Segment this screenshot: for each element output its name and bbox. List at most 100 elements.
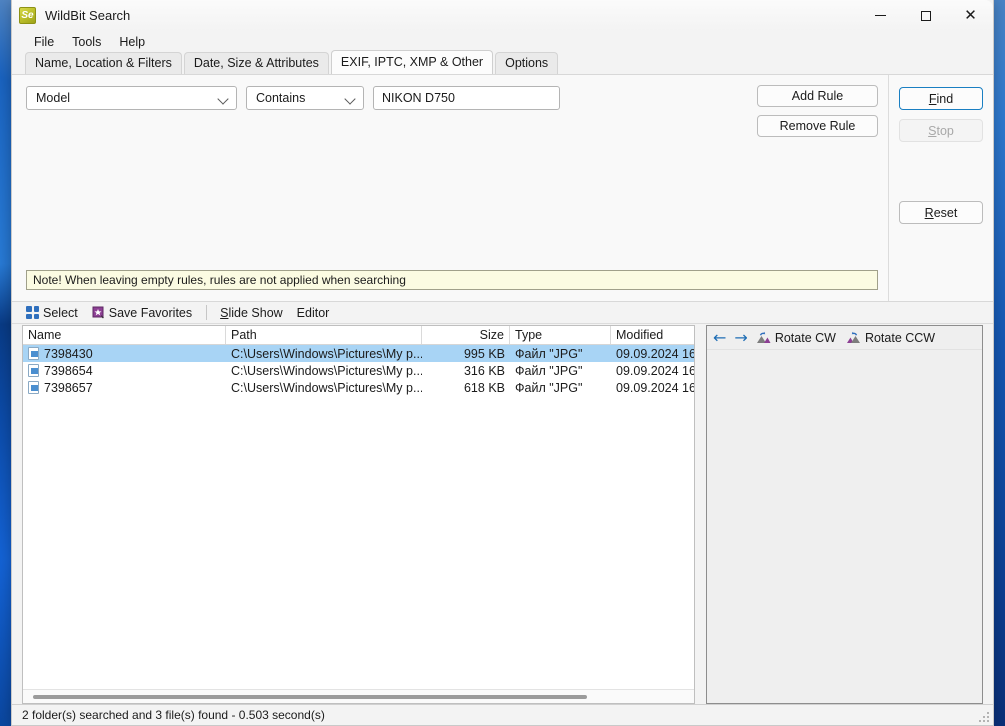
tab-strip: Name, Location & Filters Date, Size & At… <box>12 52 993 74</box>
rule-operator-value: Contains <box>256 91 336 105</box>
primary-actions: Find Stop <box>899 87 983 142</box>
close-button[interactable]: ✕ <box>948 0 993 31</box>
rule-field-dropdown[interactable]: Model <box>26 86 237 110</box>
rule-field-value: Model <box>36 91 209 105</box>
rule-buttons: Add Rule Remove Rule <box>757 85 878 145</box>
results-toolbar: Select Save Favorites Slide Show Editor <box>12 302 993 324</box>
results-list-header: Name Path Size Type Modified <box>23 326 694 345</box>
stop-label-rest: top <box>936 124 953 138</box>
maximize-button[interactable] <box>903 0 948 31</box>
rotate-ccw-icon <box>846 331 861 344</box>
save-favorites-button[interactable]: Save Favorites <box>92 306 192 320</box>
preview-pane: ← → Rotate CW <box>706 325 983 704</box>
cell-modified: 09.09.2024 16 <box>611 364 694 378</box>
minimize-icon <box>875 15 886 16</box>
column-header-name[interactable]: Name <box>23 326 226 344</box>
reset-button[interactable]: Reset <box>899 201 983 224</box>
image-file-icon <box>28 381 39 394</box>
note-bar: Note! When leaving empty rules, rules ar… <box>26 270 878 290</box>
window-title: WildBit Search <box>45 8 130 23</box>
cell-name-text: 7398430 <box>44 347 93 361</box>
table-row[interactable]: 7398430 C:\Users\Windows\Pictures\My p..… <box>23 345 694 362</box>
cell-path: C:\Users\Windows\Pictures\My p... <box>226 364 422 378</box>
save-favorites-label: Save Favorites <box>109 306 192 320</box>
column-header-size[interactable]: Size <box>422 326 510 344</box>
select-button[interactable]: Select <box>26 306 78 320</box>
reset-accel: R <box>925 206 934 220</box>
menu-item-tools[interactable]: Tools <box>64 33 109 51</box>
table-row[interactable]: 7398657 C:\Users\Windows\Pictures\My p..… <box>23 379 694 396</box>
slide-show-label-rest: lide Show <box>228 306 282 320</box>
find-label-rest: ind <box>936 92 953 106</box>
search-actions: Find Stop Reset <box>889 75 993 301</box>
rotate-ccw-label: Rotate CCW <box>865 331 935 345</box>
column-header-type[interactable]: Type <box>510 326 611 344</box>
main-body: Name Path Size Type Modified 7398430 C:\… <box>12 324 993 704</box>
cell-size: 316 KB <box>422 364 510 378</box>
resize-grip-icon[interactable] <box>977 710 989 722</box>
cell-type: Файл "JPG" <box>510 381 611 395</box>
cell-path: C:\Users\Windows\Pictures\My p... <box>226 381 422 395</box>
select-label: Select <box>43 306 78 320</box>
rotate-ccw-button[interactable]: Rotate CCW <box>846 331 935 345</box>
forward-arrow-icon[interactable]: → <box>734 330 747 346</box>
results-list-pane: Name Path Size Type Modified 7398430 C:\… <box>22 325 695 704</box>
rotate-cw-button[interactable]: Rotate CW <box>756 331 836 345</box>
cell-name-text: 7398654 <box>44 364 93 378</box>
status-text: 2 folder(s) searched and 3 file(s) found… <box>22 708 325 722</box>
app-icon: Se <box>19 7 36 24</box>
chevron-down-icon <box>217 92 230 105</box>
grid-select-icon <box>26 306 39 319</box>
toolbar-divider <box>206 305 207 320</box>
column-header-path[interactable]: Path <box>226 326 422 344</box>
preview-toolbar: ← → Rotate CW <box>707 326 982 350</box>
cell-path: C:\Users\Windows\Pictures\My p... <box>226 347 422 361</box>
find-accel: F <box>929 92 937 106</box>
rule-row: Model Contains NIKON D750 <box>26 86 560 110</box>
stop-accel: S <box>928 124 936 138</box>
close-icon: ✕ <box>964 8 977 23</box>
tab-exif-iptc-xmp-other[interactable]: EXIF, IPTC, XMP & Other <box>331 50 493 74</box>
scrollbar-thumb[interactable] <box>33 695 587 699</box>
save-favorites-icon <box>92 306 105 319</box>
cell-size: 618 KB <box>422 381 510 395</box>
slide-show-accel: S <box>220 306 228 320</box>
slide-show-button[interactable]: Slide Show <box>220 306 283 320</box>
maximize-icon <box>921 11 931 21</box>
minimize-button[interactable] <box>858 0 903 31</box>
tab-name-location-filters[interactable]: Name, Location & Filters <box>25 52 182 74</box>
rule-value-input[interactable]: NIKON D750 <box>373 86 560 110</box>
window-controls: ✕ <box>858 0 993 31</box>
cell-name-text: 7398657 <box>44 381 93 395</box>
image-file-icon <box>28 347 39 360</box>
remove-rule-button[interactable]: Remove Rule <box>757 115 878 137</box>
rotate-cw-icon <box>756 331 771 344</box>
cell-name: 7398657 <box>23 381 226 395</box>
cell-type: Файл "JPG" <box>510 364 611 378</box>
preview-image-canvas[interactable] <box>707 350 982 703</box>
chevron-down-icon <box>344 92 357 105</box>
application-window: Se WildBit Search ✕ File Tools Help Name… <box>11 0 994 726</box>
status-bar: 2 folder(s) searched and 3 file(s) found… <box>12 704 993 725</box>
rules-area: Model Contains NIKON D750 Add Rule Remov… <box>12 75 889 301</box>
add-rule-button[interactable]: Add Rule <box>757 85 878 107</box>
cell-type: Файл "JPG" <box>510 347 611 361</box>
horizontal-scrollbar[interactable] <box>23 689 694 703</box>
stop-button[interactable]: Stop <box>899 119 983 142</box>
reset-label-rest: eset <box>934 206 958 220</box>
rule-operator-dropdown[interactable]: Contains <box>246 86 364 110</box>
back-arrow-icon[interactable]: ← <box>713 330 726 346</box>
editor-button[interactable]: Editor <box>297 306 330 320</box>
cell-modified: 09.09.2024 16 <box>611 347 694 361</box>
table-row[interactable]: 7398654 C:\Users\Windows\Pictures\My p..… <box>23 362 694 379</box>
image-file-icon <box>28 364 39 377</box>
find-button[interactable]: Find <box>899 87 983 110</box>
results-list-body[interactable]: 7398430 C:\Users\Windows\Pictures\My p..… <box>23 345 694 689</box>
menu-item-help[interactable]: Help <box>111 33 153 51</box>
title-bar: Se WildBit Search ✕ <box>12 0 993 31</box>
column-header-modified[interactable]: Modified <box>611 326 694 344</box>
tab-options[interactable]: Options <box>495 52 558 74</box>
tab-date-size-attributes[interactable]: Date, Size & Attributes <box>184 52 329 74</box>
rotate-cw-label: Rotate CW <box>775 331 836 345</box>
menu-item-file[interactable]: File <box>26 33 62 51</box>
